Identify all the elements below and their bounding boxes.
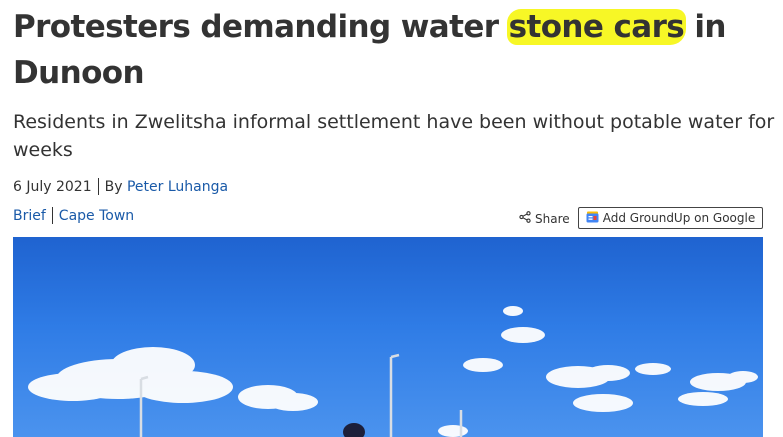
google-button-label: Add GroundUp on Google (602, 211, 756, 225)
person-silhouette (343, 423, 365, 437)
author-link[interactable]: Peter Luhanga (127, 179, 228, 195)
article-tags: Brief Cape Town (13, 207, 134, 224)
title-highlighted-text: stone cars (506, 9, 687, 45)
article-title: Protesters demanding water stone cars in… (13, 4, 773, 96)
article-subtitle: Residents in Zwelitsha informal settleme… (13, 111, 775, 161)
add-groundup-google-button[interactable]: Add GroundUp on Google (578, 207, 763, 229)
share-label: Share (535, 211, 570, 226)
share-button[interactable]: Share (519, 211, 570, 226)
byline: 6 July 2021 By Peter Luhanga (13, 178, 228, 195)
share-icon (519, 211, 531, 226)
clouds (28, 306, 758, 437)
article-photo (13, 237, 763, 437)
tag-divider (51, 207, 53, 224)
google-news-icon (586, 211, 599, 226)
publish-date: 6 July 2021 (13, 178, 92, 195)
title-text-start: Protesters demanding water (13, 9, 509, 45)
tag-brief[interactable]: Brief (13, 208, 46, 224)
byline-divider (97, 178, 99, 195)
tag-cape-town[interactable]: Cape Town (59, 208, 134, 224)
by-label: By (104, 178, 123, 195)
